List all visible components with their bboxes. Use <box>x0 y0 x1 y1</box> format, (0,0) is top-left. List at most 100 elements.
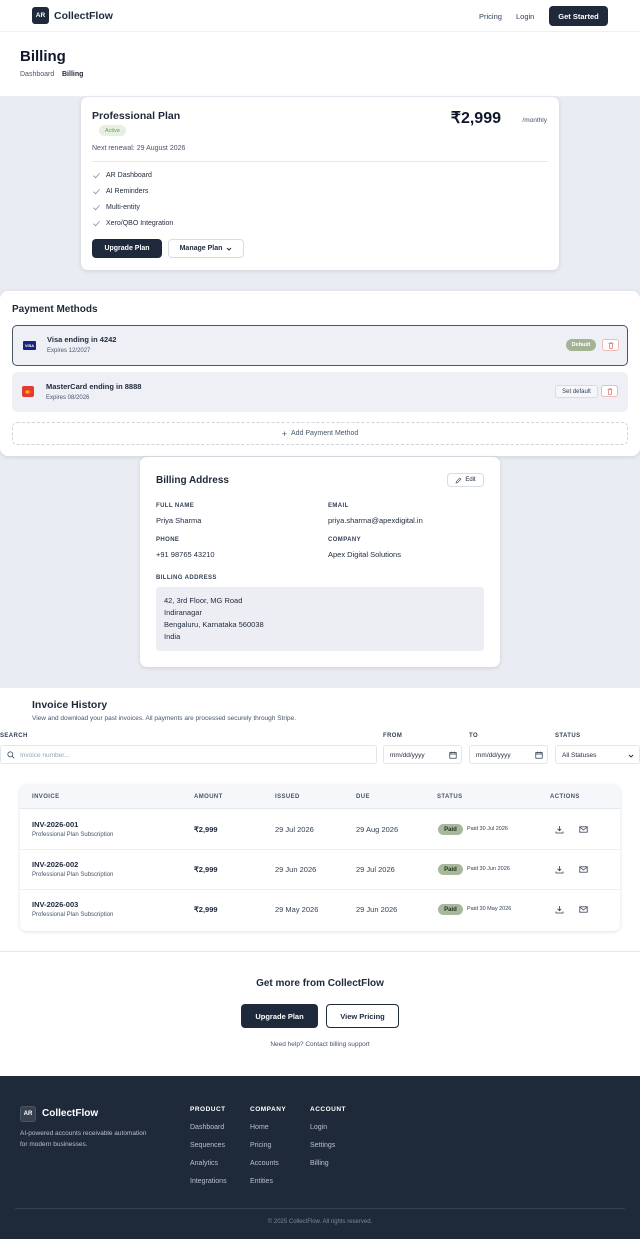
footer-tagline-line: for modern businesses. <box>20 1141 88 1148</box>
chevron-down-icon <box>628 753 634 759</box>
email-icon[interactable] <box>579 905 588 914</box>
payment-methods-card: Payment Methods VISA Visa ending in 4242… <box>0 291 640 456</box>
invoice-amount: ₹2,999 <box>194 825 218 834</box>
billing-address-label: BILLING ADDRESS <box>156 575 217 581</box>
top-navbar: AR CollectFlow Pricing Login Get Started <box>0 0 640 32</box>
delete-card-button[interactable] <box>601 385 618 397</box>
invoice-amount: ₹2,999 <box>194 865 218 874</box>
footer-link[interactable]: Settings <box>310 1142 335 1149</box>
email-icon[interactable] <box>579 865 588 874</box>
cta-upgrade-button[interactable]: Upgrade Plan <box>241 1004 318 1028</box>
footer-col-account: ACCOUNT <box>310 1106 346 1113</box>
calendar-icon[interactable] <box>535 751 543 759</box>
breadcrumb-dashboard[interactable]: Dashboard <box>20 71 54 78</box>
calendar-icon[interactable] <box>449 751 457 759</box>
footer-logo[interactable]: AR <box>20 1106 36 1122</box>
invoice-history-subtitle: View and download your past invoices. Al… <box>32 715 296 722</box>
company-value: Apex Digital Solutions <box>328 550 401 559</box>
full-name-label: FULL NAME <box>156 503 195 509</box>
address-line: India <box>164 632 181 641</box>
table-row[interactable]: INV-2026-003 Professional Plan Subscript… <box>20 890 620 930</box>
invoice-due: 29 Aug 2026 <box>356 825 399 834</box>
billing-address-title: Billing Address <box>156 475 229 486</box>
plus-icon: + <box>281 428 287 439</box>
table-row[interactable]: INV-2026-001 Professional Plan Subscript… <box>20 810 620 850</box>
paid-date: Paid 30 May 2026 <box>467 906 512 912</box>
footer-col-company: COMPANY <box>250 1106 287 1113</box>
get-started-button[interactable]: Get Started <box>549 6 608 26</box>
footer-link[interactable]: Billing <box>310 1160 329 1167</box>
copyright: © 2025 CollectFlow. All rights reserved. <box>267 1219 373 1225</box>
payment-methods-title: Payment Methods <box>12 304 98 315</box>
card-name: MasterCard ending in 8888 <box>46 382 142 391</box>
section-divider <box>0 951 640 952</box>
col-invoice: INVOICE <box>32 794 60 800</box>
delete-card-button[interactable] <box>602 339 619 351</box>
invoice-table: INVOICE AMOUNT ISSUED DUE STATUS ACTIONS… <box>20 785 620 931</box>
upgrade-plan-button[interactable]: Upgrade Plan <box>92 239 162 258</box>
check-icon <box>92 203 101 212</box>
plan-name: Professional Plan <box>92 110 181 122</box>
view-pricing-button[interactable]: View Pricing <box>326 1004 399 1028</box>
paid-badge: Paid <box>438 904 463 915</box>
col-due: DUE <box>356 794 370 800</box>
footer-link[interactable]: Sequences <box>190 1142 225 1149</box>
edit-address-button[interactable]: Edit <box>447 473 484 487</box>
footer-link[interactable]: Home <box>250 1124 269 1131</box>
table-row[interactable]: INV-2026-002 Professional Plan Subscript… <box>20 850 620 890</box>
footer-link[interactable]: Pricing <box>250 1142 271 1149</box>
billing-support-link[interactable]: Need help? Contact billing support <box>0 1041 640 1048</box>
invoice-issued: 29 Jul 2026 <box>275 825 314 834</box>
billing-address-card: Billing Address Edit FULL NAME Priya Sha… <box>140 457 500 667</box>
invoice-search-input[interactable]: Invoice number... <box>0 745 377 764</box>
col-actions: ACTIONS <box>550 794 580 800</box>
add-payment-method-button[interactable]: + Add Payment Method <box>12 422 628 445</box>
feature-item: Xero/QBO Integration <box>92 219 173 228</box>
footer-link[interactable]: Login <box>310 1124 327 1131</box>
address-line: Indiranagar <box>164 608 202 617</box>
nav-login-link[interactable]: Login <box>516 12 534 21</box>
invoice-desc: Professional Plan Subscription <box>32 832 114 838</box>
card-expiry: Expires 12/2027 <box>47 348 91 354</box>
footer-link[interactable]: Dashboard <box>190 1124 224 1131</box>
footer-col-product: PRODUCT <box>190 1106 226 1113</box>
to-label: TO <box>469 733 479 739</box>
feature-item: AI Reminders <box>92 187 148 196</box>
status-select[interactable]: All Statuses <box>555 745 640 764</box>
nav-pricing-link[interactable]: Pricing <box>479 12 502 21</box>
footer-link[interactable]: Accounts <box>250 1160 279 1167</box>
footer-link[interactable]: Entities <box>250 1178 273 1185</box>
invoice-desc: Professional Plan Subscription <box>32 872 114 878</box>
brand-name[interactable]: CollectFlow <box>54 10 113 22</box>
feature-item: Multi-entity <box>92 203 140 212</box>
pencil-icon <box>455 477 462 484</box>
address-line: 42, 3rd Floor, MG Road <box>164 596 243 605</box>
phone-value: +91 98765 43210 <box>156 550 215 559</box>
download-icon[interactable] <box>555 865 564 874</box>
col-amount: AMOUNT <box>194 794 223 800</box>
invoice-desc: Professional Plan Subscription <box>32 912 114 918</box>
phone-label: PHONE <box>156 537 180 543</box>
to-date-input[interactable]: mm/dd/yyyy <box>469 745 548 764</box>
from-date-input[interactable]: mm/dd/yyyy <box>383 745 462 764</box>
set-default-button[interactable]: Set default <box>555 385 598 398</box>
footer: AR CollectFlow AI-powered accounts recei… <box>0 1076 640 1239</box>
status-label: STATUS <box>555 733 581 739</box>
feature-item: AR Dashboard <box>92 171 152 180</box>
download-icon[interactable] <box>555 905 564 914</box>
footer-link[interactable]: Integrations <box>190 1178 227 1185</box>
payment-card-mastercard[interactable]: MasterCard ending in 8888 Expires 08/202… <box>12 372 628 412</box>
download-icon[interactable] <box>555 825 564 834</box>
invoice-issued: 29 Jun 2026 <box>275 865 317 874</box>
footer-link[interactable]: Analytics <box>190 1160 218 1167</box>
invoice-due: 29 Jun 2026 <box>356 905 398 914</box>
footer-divider <box>15 1208 625 1209</box>
full-name-value: Priya Sharma <box>156 516 202 525</box>
divider <box>92 161 548 162</box>
email-icon[interactable] <box>579 825 588 834</box>
invoice-id: INV-2026-001 <box>32 820 79 829</box>
payment-card-visa[interactable]: VISA Visa ending in 4242 Expires 12/2027… <box>12 325 628 366</box>
brand-logo[interactable]: AR <box>32 7 49 24</box>
breadcrumb-billing: Billing <box>62 71 84 78</box>
manage-plan-button[interactable]: Manage Plan <box>168 239 244 258</box>
